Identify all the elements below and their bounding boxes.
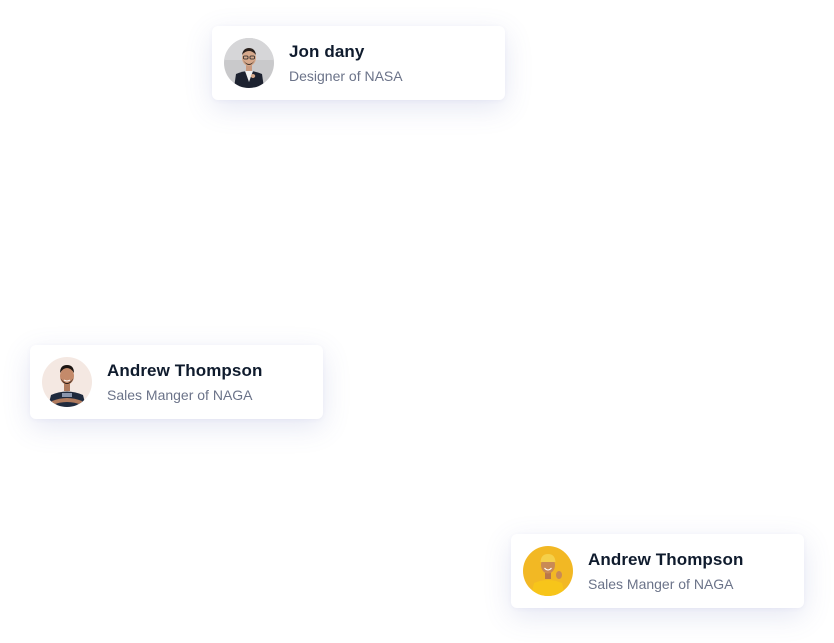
testimonial-cards-stage: Jon dany Designer of NASA Andrew Thompso… (0, 0, 834, 643)
man-in-suit-avatar-icon (224, 38, 274, 88)
profile-role: Designer of NASA (289, 68, 403, 84)
profile-role: Sales Manger of NAGA (588, 576, 734, 592)
profile-role: Sales Manger of NAGA (107, 387, 253, 403)
profile-card: Jon dany Designer of NASA (212, 26, 505, 100)
man-dark-tshirt-avatar-icon (42, 357, 92, 407)
avatar (523, 546, 573, 596)
man-yellow-background-avatar-icon (523, 546, 573, 596)
profile-name: Andrew Thompson (107, 361, 263, 380)
profile-name: Andrew Thompson (588, 550, 744, 569)
avatar (42, 357, 92, 407)
profile-info: Jon dany Designer of NASA (289, 42, 403, 84)
profile-card: Andrew Thompson Sales Manger of NAGA (30, 345, 323, 419)
profile-card: Andrew Thompson Sales Manger of NAGA (511, 534, 804, 608)
avatar (224, 38, 274, 88)
profile-name: Jon dany (289, 42, 365, 61)
profile-info: Andrew Thompson Sales Manger of NAGA (588, 550, 743, 592)
profile-info: Andrew Thompson Sales Manger of NAGA (107, 361, 262, 403)
